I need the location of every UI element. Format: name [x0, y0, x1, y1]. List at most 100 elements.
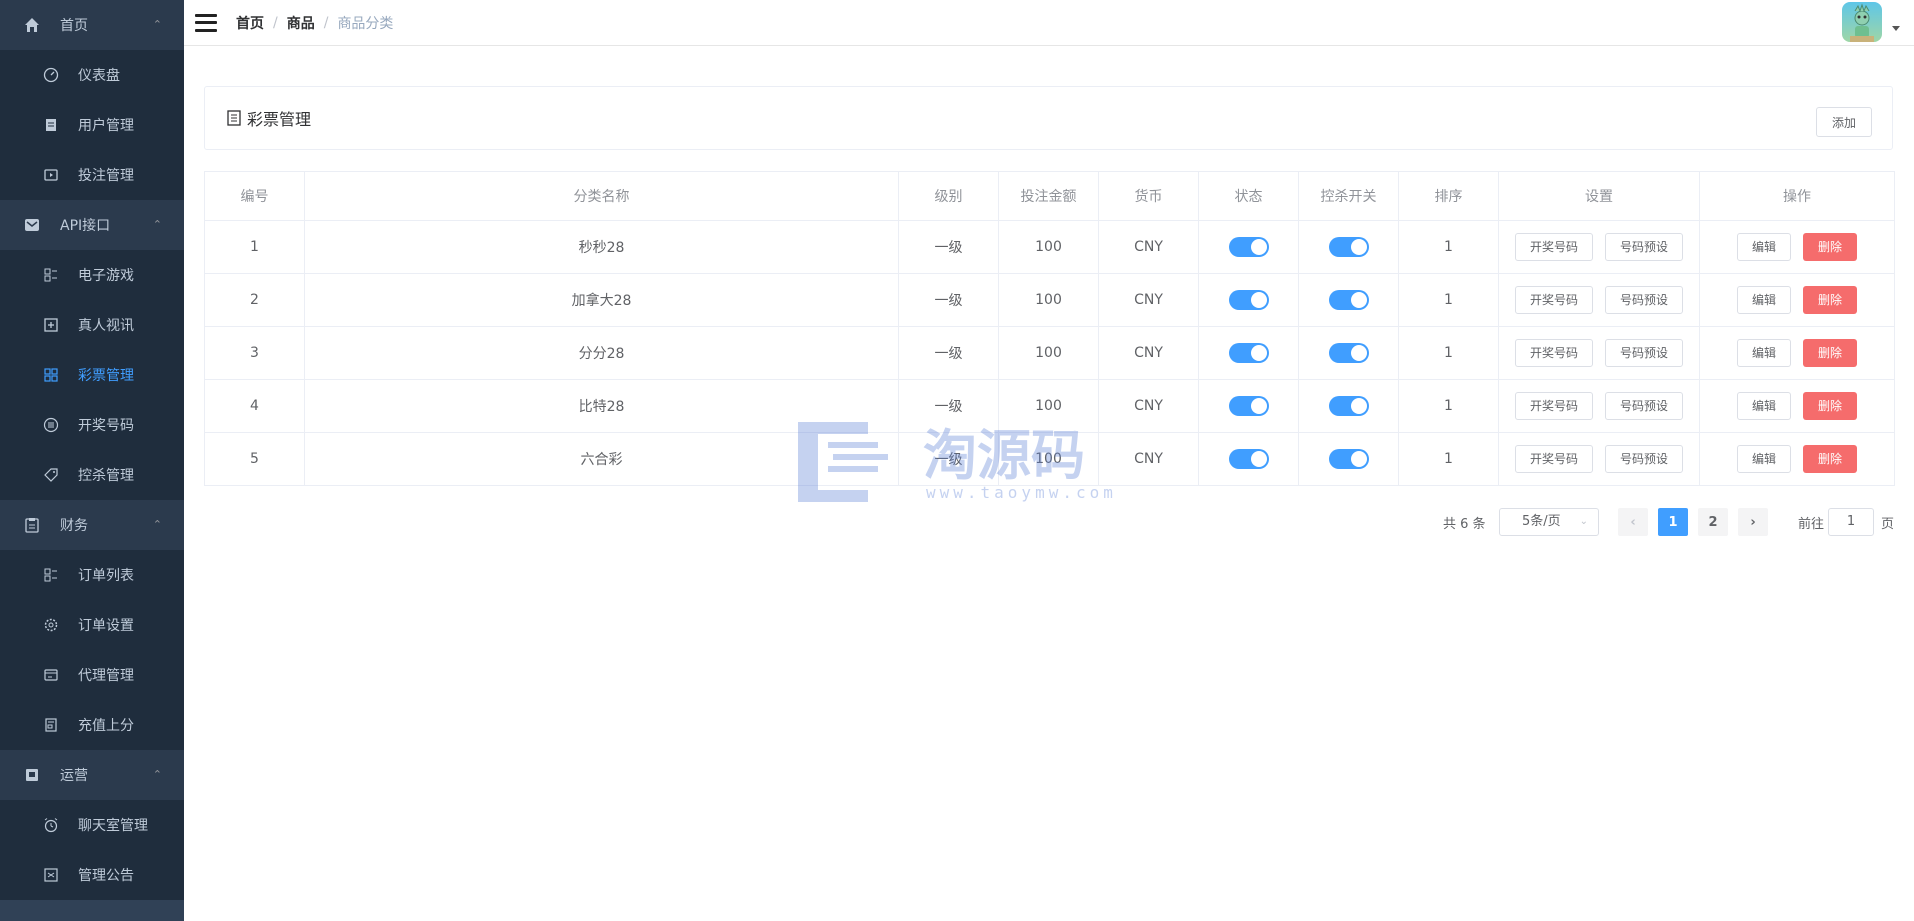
cell-currency: CNY [1098, 273, 1199, 327]
draw-number-button[interactable]: 开奖号码 [1514, 339, 1593, 367]
sidebar-group-0[interactable]: 首页 ⌃ [0, 0, 184, 50]
page-2-button[interactable]: 2 [1698, 508, 1728, 536]
sidebar-group-3[interactable]: 运营 ⌃ [0, 750, 184, 800]
draw-number-button[interactable]: 开奖号码 [1514, 445, 1593, 473]
document-icon [227, 110, 241, 126]
cell-id: 4 [204, 379, 305, 433]
breadcrumb-separator: / [273, 14, 278, 31]
column-header: 排序 [1398, 171, 1499, 221]
sidebar-item-label: 订单列表 [78, 568, 134, 584]
sidebar-item-1-0[interactable]: 电子游戏 [0, 250, 184, 300]
edit-button[interactable]: 编辑 [1736, 233, 1791, 261]
status-toggle[interactable] [1228, 290, 1269, 310]
number-preset-button[interactable]: 号码预设 [1605, 286, 1684, 314]
receipt-icon [42, 716, 60, 734]
sidebar-item-3-0[interactable]: 聊天室管理 [0, 800, 184, 850]
sidebar-item-1-3[interactable]: 开奖号码 [0, 400, 184, 450]
alarm-icon [42, 816, 60, 834]
kill-switch-toggle[interactable] [1328, 237, 1369, 257]
page-1-button[interactable]: 1 [1658, 508, 1688, 536]
delete-button[interactable]: 删除 [1803, 286, 1858, 314]
status-toggle[interactable] [1228, 396, 1269, 416]
sidebar-item-0-1[interactable]: 用户管理 [0, 100, 184, 150]
status-toggle[interactable] [1228, 237, 1269, 257]
goto-page-input[interactable]: 1 [1828, 508, 1874, 536]
watermark-url: www.taoymw.com [926, 483, 1117, 502]
sidebar-item-2-1[interactable]: 订单设置 [0, 600, 184, 650]
next-page-button[interactable]: › [1738, 508, 1768, 536]
home-icon [22, 15, 42, 35]
delete-button[interactable]: 删除 [1803, 392, 1858, 420]
breadcrumb-home[interactable]: 首页 [236, 13, 264, 33]
delete-button[interactable]: 删除 [1803, 445, 1858, 473]
sidebar-item-0-0[interactable]: 仪表盘 [0, 50, 184, 100]
goto-label: 前往 [1798, 517, 1825, 532]
mail-icon [22, 215, 42, 235]
cell-actions: 编辑 删除 [1699, 432, 1895, 486]
chevron-down-icon: ⌄ [1579, 516, 1588, 527]
prev-page-button[interactable]: ‹ [1618, 508, 1648, 536]
delete-button[interactable]: 删除 [1803, 233, 1858, 261]
cell-settings: 开奖号码 号码预设 [1498, 273, 1700, 327]
add-button[interactable]: 添加 [1816, 107, 1872, 137]
cell-status [1198, 326, 1299, 380]
sidebar-item-2-2[interactable]: 代理管理 [0, 650, 184, 700]
chevron-up-icon: ⌃ [152, 768, 162, 781]
column-header: 设置 [1498, 171, 1700, 221]
cell-actions: 编辑 删除 [1699, 379, 1895, 433]
sidebar-item-1-4[interactable]: 控杀管理 [0, 450, 184, 500]
sidebar-item-0-2[interactable]: 投注管理 [0, 150, 184, 200]
cell-kill-switch [1298, 273, 1399, 327]
sidebar-item-3-1[interactable]: 管理公告 [0, 850, 184, 900]
number-preset-button[interactable]: 号码预设 [1605, 392, 1684, 420]
cell-settings: 开奖号码 号码预设 [1498, 379, 1700, 433]
sidebar-group-label: API接口 [60, 218, 111, 234]
draw-number-button[interactable]: 开奖号码 [1514, 233, 1593, 261]
hamburger-icon[interactable] [195, 13, 217, 32]
sidebar-item-1-1[interactable]: 真人视讯 [0, 300, 184, 350]
column-header: 状态 [1198, 171, 1299, 221]
cell-amount: 100 [998, 326, 1099, 380]
kill-switch-toggle[interactable] [1328, 449, 1369, 469]
sidebar-item-2-0[interactable]: 订单列表 [0, 550, 184, 600]
kill-switch-toggle[interactable] [1328, 396, 1369, 416]
number-preset-button[interactable]: 号码预设 [1605, 233, 1684, 261]
draw-number-button[interactable]: 开奖号码 [1514, 392, 1593, 420]
cell-sort: 1 [1398, 273, 1499, 327]
sidebar-group-label: 首页 [60, 18, 88, 34]
status-toggle[interactable] [1228, 343, 1269, 363]
sidebar-item-label: 开奖号码 [78, 418, 134, 434]
sidebar-item-label: 聊天室管理 [78, 818, 148, 834]
delete-button[interactable]: 删除 [1803, 339, 1858, 367]
kill-switch-toggle[interactable] [1328, 290, 1369, 310]
avatar[interactable] [1842, 2, 1882, 42]
page-size-select[interactable]: 5条/页 ⌄ [1499, 508, 1599, 536]
kill-switch-toggle[interactable] [1328, 343, 1369, 363]
cell-actions: 编辑 删除 [1699, 326, 1895, 380]
plus-square-icon [42, 316, 60, 334]
sidebar-group-2[interactable]: 财务 ⌃ [0, 500, 184, 550]
sidebar-item-label: 彩票管理 [78, 368, 134, 384]
edit-button[interactable]: 编辑 [1736, 286, 1791, 314]
cell-id: 2 [204, 273, 305, 327]
number-preset-button[interactable]: 号码预设 [1605, 339, 1684, 367]
edit-button[interactable]: 编辑 [1736, 445, 1791, 473]
draw-number-button[interactable]: 开奖号码 [1514, 286, 1593, 314]
edit-button[interactable]: 编辑 [1736, 392, 1791, 420]
status-toggle[interactable] [1228, 449, 1269, 469]
monitor-icon [42, 166, 60, 184]
edit-button[interactable]: 编辑 [1736, 339, 1791, 367]
breadcrumb-goods[interactable]: 商品 [287, 13, 315, 33]
sidebar-item-label: 用户管理 [78, 118, 134, 134]
breadcrumb-current: 商品分类 [337, 15, 394, 32]
number-preset-button[interactable]: 号码预设 [1605, 445, 1684, 473]
cell-settings: 开奖号码 号码预设 [1498, 220, 1700, 274]
sidebar-group-1[interactable]: API接口 ⌃ [0, 200, 184, 250]
sidebar-item-2-3[interactable]: 充值上分 [0, 700, 184, 750]
sidebar-item-1-2[interactable]: 彩票管理 [0, 350, 184, 400]
pagination-total: 共 6 条 [1443, 517, 1486, 532]
clipboard-icon [22, 515, 42, 535]
cell-settings: 开奖号码 号码预设 [1498, 432, 1700, 486]
chevron-down-icon[interactable] [1892, 26, 1900, 31]
sidebar-item-label: 电子游戏 [78, 268, 134, 284]
